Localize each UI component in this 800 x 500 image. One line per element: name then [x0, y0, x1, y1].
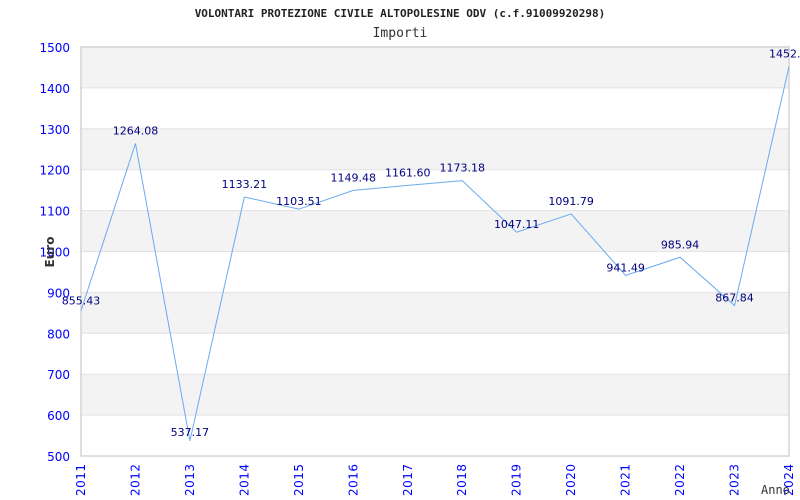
x-tick-label: 2017	[401, 463, 415, 496]
x-tick-label: 2013	[183, 463, 197, 496]
grid-band	[81, 87, 789, 129]
grid-band	[81, 169, 789, 211]
y-tick-label: 1300	[39, 123, 70, 137]
x-tick-label: 2023	[728, 463, 742, 496]
x-tick-label: 2012	[128, 463, 142, 496]
line-chart: VOLONTARI PROTEZIONE CIVILE ALTOPOLESINE…	[39, 7, 800, 497]
data-label: 537.17	[171, 426, 210, 439]
grid-band	[81, 128, 789, 170]
data-label: 941.49	[606, 261, 645, 274]
y-tick-label: 1100	[39, 205, 70, 219]
x-tick-label: 2018	[455, 463, 469, 496]
x-tick-label: 2011	[74, 463, 88, 496]
x-tick-label: 2014	[237, 463, 251, 496]
data-label: 1173.18	[439, 162, 485, 175]
x-tick-label: 2021	[619, 463, 633, 496]
x-tick-label: 2019	[510, 463, 524, 496]
grid-band	[81, 333, 789, 375]
y-tick-label: 800	[47, 327, 70, 341]
chart-subtitle: Importi	[373, 26, 428, 41]
y-tick-label: 700	[47, 368, 70, 382]
y-tick-label: 600	[47, 409, 70, 423]
data-label: 867.84	[715, 292, 754, 305]
x-axis-label: Anno	[761, 483, 790, 497]
data-label: 1133.21	[222, 178, 268, 191]
y-axis-label: Euro	[43, 237, 57, 268]
y-tick-label: 1500	[39, 41, 70, 55]
data-label: 1091.79	[548, 195, 594, 208]
chart-title: VOLONTARI PROTEZIONE CIVILE ALTOPOLESINE…	[195, 7, 606, 20]
x-tick-label: 2016	[346, 463, 360, 496]
data-label: 1452.1	[769, 48, 800, 61]
y-tick-label: 1200	[39, 164, 70, 178]
grid-band	[81, 251, 789, 293]
data-label: 1047.11	[494, 218, 540, 231]
grid-band	[81, 292, 789, 334]
x-tick-label: 2015	[292, 463, 306, 496]
y-tick-label: 500	[47, 450, 70, 464]
grid-band	[81, 374, 789, 416]
data-label: 855.43	[62, 295, 101, 308]
x-tick-label: 2022	[673, 463, 687, 496]
grid-band	[81, 47, 789, 88]
data-label: 1149.48	[331, 171, 377, 184]
data-label: 985.94	[661, 238, 700, 251]
data-label: 1161.60	[385, 166, 431, 179]
data-label: 1103.51	[276, 195, 322, 208]
data-label: 1264.08	[113, 124, 159, 137]
y-tick-label: 1400	[39, 82, 70, 96]
x-tick-label: 2020	[564, 463, 578, 496]
